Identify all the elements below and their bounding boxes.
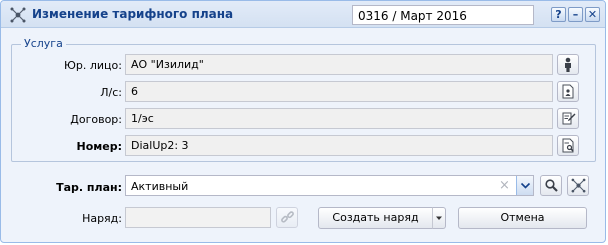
caret-down-icon [436,216,442,220]
tariff-plan-dropdown-trigger[interactable] [516,176,533,195]
work-order-link-button[interactable] [276,207,298,228]
number-label: Номер: [76,140,123,153]
account-button[interactable] [557,81,579,102]
number-button[interactable] [557,135,579,156]
help-button[interactable]: ? [551,7,566,22]
link-icon [281,211,294,223]
period-field[interactable]: 0316 / Март 2016 [352,5,534,25]
legal-entity-label: Юр. лицо: [64,59,122,72]
network-nodes-icon [10,7,26,23]
clear-icon[interactable]: × [499,179,510,192]
create-order-menu-button[interactable] [432,207,446,229]
tariff-search-button[interactable] [540,175,562,196]
work-order-field [125,207,271,228]
create-order-button[interactable]: Создать наряд [318,207,433,229]
work-order-label: Наряд: [82,212,122,225]
legal-entity-field[interactable]: АО "Изилид" [125,54,553,75]
tariff-plan-label: Тар. план: [56,181,122,194]
contract-field[interactable]: 1/эс [125,108,553,129]
window-titlebar[interactable]: Изменение тарифного плана 0316 / Март 20… [1,1,605,28]
cancel-button[interactable]: Отмена [458,207,587,229]
close-button[interactable]: ✕ [585,7,600,22]
number-field[interactable]: DialUp2: 3 [125,135,553,156]
person-icon [565,57,571,72]
chevron-down-icon [520,182,531,189]
legal-entity-button[interactable] [557,54,579,75]
account-label: Л/с: [100,86,122,99]
account-field[interactable]: 6 [125,81,553,102]
contract-edit-icon [562,112,576,125]
tariff-tree-button[interactable] [567,175,589,196]
document-search-icon [562,138,574,153]
tariff-change-window: Изменение тарифного плана 0316 / Март 20… [0,0,606,243]
tariff-plan-value: Активный [131,180,189,193]
contract-button[interactable] [557,108,579,129]
contract-label: Договор: [70,113,122,126]
tariff-plan-combobox[interactable]: Активный × [125,175,534,196]
window-title: Изменение тарифного плана [32,7,234,21]
network-nodes-icon [571,178,586,193]
search-icon [545,179,558,192]
account-card-icon [562,84,574,99]
minimize-button[interactable]: – [568,7,583,22]
service-legend: Услуга [21,37,66,50]
